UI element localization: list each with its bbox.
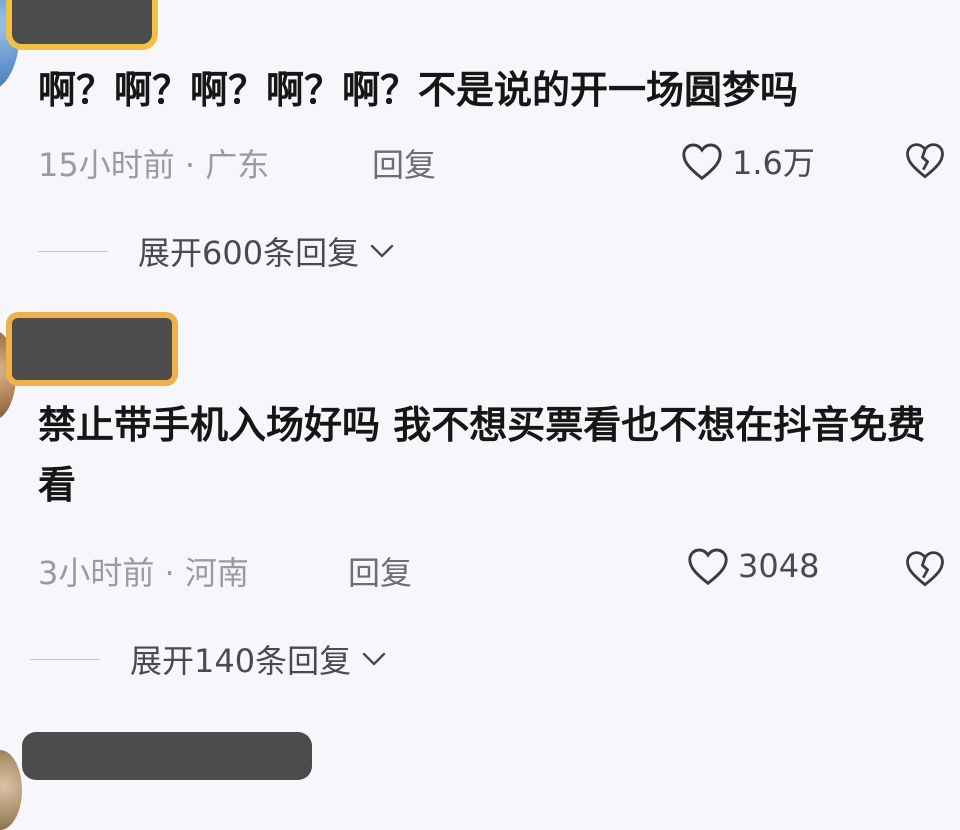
redacted-username	[12, 0, 152, 44]
redacted-username	[12, 318, 172, 380]
expand-replies-button[interactable]: 展开140条回复	[30, 636, 387, 682]
broken-heart-icon	[906, 551, 944, 587]
divider	[30, 658, 100, 660]
expand-replies-label: 展开600条回复	[138, 234, 360, 272]
expand-replies-label: 展开140条回复	[130, 642, 352, 680]
reply-button[interactable]: 回复	[372, 140, 436, 186]
broken-heart-icon	[906, 143, 944, 179]
chevron-down-icon	[370, 244, 394, 258]
divider	[38, 250, 108, 252]
chevron-down-icon	[362, 652, 386, 666]
like-button[interactable]: 3048	[686, 546, 819, 586]
expand-replies-button[interactable]: 展开600条回复	[38, 228, 395, 274]
heart-outline-icon	[688, 548, 728, 586]
comment-time-location: 3小时前 · 河南	[38, 554, 249, 592]
reply-button[interactable]: 回复	[348, 548, 412, 594]
avatar[interactable]	[0, 750, 22, 830]
redacted-username	[22, 732, 312, 780]
like-count: 3048	[738, 547, 820, 585]
comment-time-location: 15小时前 · 广东	[38, 146, 270, 184]
dislike-button[interactable]	[904, 548, 946, 592]
like-count: 1.6万	[732, 144, 815, 182]
like-button[interactable]: 1.6万	[680, 138, 815, 184]
comment-text: 啊？啊？啊？啊？啊？不是说的开一场圆梦吗	[38, 68, 799, 112]
comment-text: 禁止带手机入场好吗 我不想买票看也不想在抖音免费看	[38, 403, 926, 507]
dislike-button[interactable]	[904, 140, 946, 184]
heart-outline-icon	[682, 143, 722, 181]
